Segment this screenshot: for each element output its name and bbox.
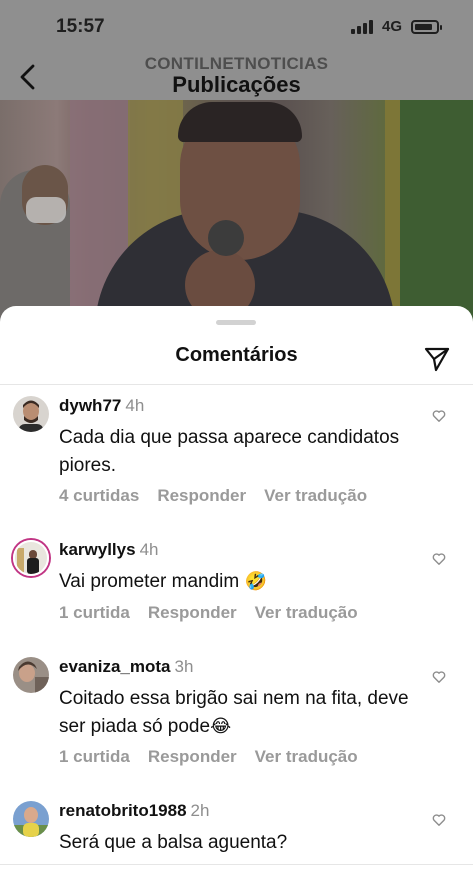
comment-text: Vai prometer mandim xyxy=(59,571,240,592)
chevron-left-icon xyxy=(20,64,35,90)
comment-time: 4h xyxy=(139,540,159,559)
back-button[interactable] xyxy=(10,60,46,94)
translate-button[interactable]: Ver tradução xyxy=(264,486,367,506)
comments-sheet: Comentários dywh77 4h Cada dia que passa … xyxy=(0,306,473,875)
sheet-divider xyxy=(0,384,473,385)
comment-header: karwyllys 4h xyxy=(59,540,158,560)
heart-outline-icon xyxy=(432,410,446,422)
comment-actions: 1 curtida Responder Ver tradução xyxy=(59,603,358,623)
translate-button[interactable]: Ver tradução xyxy=(255,747,358,767)
comment-actions: 4 curtidas Responder Ver tradução xyxy=(59,486,367,506)
like-button[interactable] xyxy=(432,552,446,566)
likes-count[interactable]: 1 curtida xyxy=(59,603,130,623)
like-button[interactable] xyxy=(432,409,446,423)
comment-time: 4h xyxy=(125,396,145,415)
sheet-title: Comentários xyxy=(175,344,298,366)
comment-text-row: Vai prometer mandim 🤣 xyxy=(59,568,419,596)
comment-text-row: Coitado essa brigão sai nem na fita, dev… xyxy=(59,685,414,741)
comment-header: dywh77 4h xyxy=(59,396,144,416)
avatar[interactable] xyxy=(13,540,49,576)
comment-username[interactable]: dywh77 xyxy=(59,396,121,415)
network-type: 4G xyxy=(381,18,402,35)
status-bar: 15:57 4G xyxy=(0,0,473,54)
status-time: 15:57 xyxy=(56,16,105,37)
bottom-divider xyxy=(0,864,473,865)
comment-time: 3h xyxy=(174,657,194,676)
comment-username[interactable]: karwyllys xyxy=(59,540,136,559)
comment-text: Coitado essa brigão sai nem na fita, dev… xyxy=(59,688,409,737)
translate-button[interactable]: Ver tradução xyxy=(255,603,358,623)
comment-text: Cada dia que passa aparece candidatos pi… xyxy=(59,427,400,476)
reply-button[interactable]: Responder xyxy=(157,486,246,506)
signal-icon xyxy=(350,19,373,34)
likes-count[interactable]: 1 curtida xyxy=(59,747,130,767)
comment-text: Será que a balsa aguenta? xyxy=(59,832,288,853)
tears-of-joy-emoji: 😂 xyxy=(210,716,232,737)
likes-count[interactable]: 4 curtidas xyxy=(59,486,139,506)
avatar[interactable] xyxy=(13,801,49,837)
comment-actions: 1 curtida Responder Ver tradução xyxy=(59,747,358,767)
comment-header: evaniza_mota 3h xyxy=(59,657,193,677)
status-icons: 4G xyxy=(350,18,442,35)
post-photo xyxy=(0,100,473,340)
header-title: Publicações xyxy=(172,72,301,97)
comment-username[interactable]: evaniza_mota xyxy=(59,657,171,676)
comment-header: renatobrito1988 2h xyxy=(59,801,209,821)
paper-plane-icon xyxy=(424,347,450,372)
reply-button[interactable]: Responder xyxy=(148,603,237,623)
like-button[interactable] xyxy=(432,813,446,827)
heart-outline-icon xyxy=(432,553,446,565)
reply-button[interactable]: Responder xyxy=(148,747,237,767)
heart-outline-icon xyxy=(432,671,446,683)
header-account-name: CONTILNETNOTICIAS xyxy=(144,54,329,73)
like-button[interactable] xyxy=(432,670,446,684)
sheet-grabber[interactable] xyxy=(216,320,256,325)
rofl-emoji: 🤣 xyxy=(244,571,267,592)
top-header: CONTILNETNOTICIAS Publicações xyxy=(0,54,473,100)
battery-icon xyxy=(411,19,442,34)
share-button[interactable] xyxy=(423,346,451,372)
avatar[interactable] xyxy=(13,657,49,693)
comment-username[interactable]: renatobrito1988 xyxy=(59,801,187,820)
heart-outline-icon xyxy=(432,814,446,826)
avatar[interactable] xyxy=(13,396,49,432)
comment-time: 2h xyxy=(190,801,210,820)
